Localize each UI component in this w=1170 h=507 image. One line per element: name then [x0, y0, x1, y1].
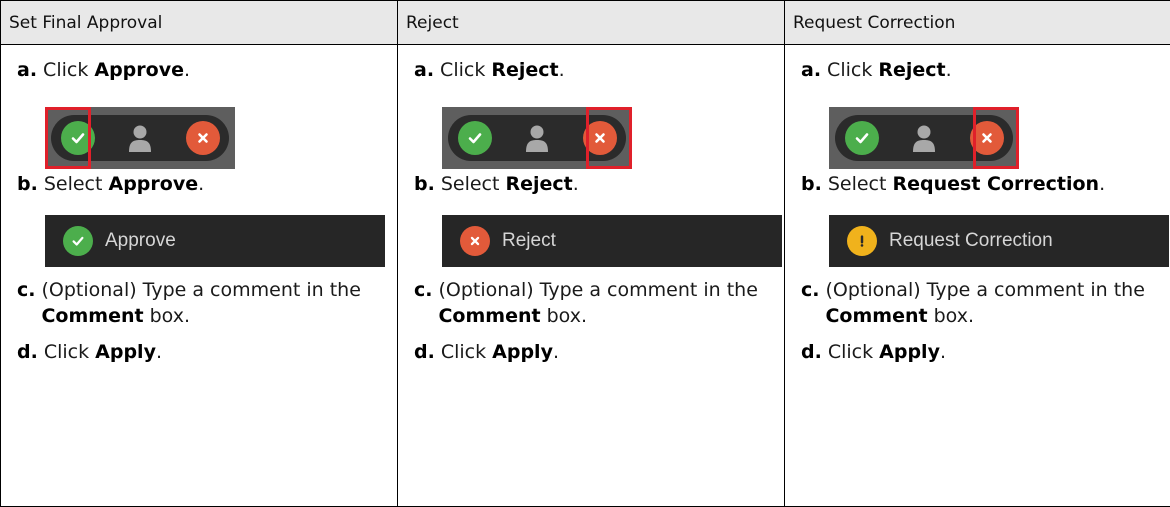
step-b: b. Select Reject. [414, 171, 784, 197]
step-d: d. Click Apply. [801, 339, 1170, 365]
option-label: Approve [105, 230, 176, 252]
option-label: Reject [502, 230, 556, 252]
step-d: d. Click Apply. [17, 339, 397, 365]
reject-option[interactable]: Reject [442, 215, 782, 267]
ui-term: Request Correction [892, 173, 1099, 195]
approval-toolbar-screenshot [45, 107, 235, 169]
x-icon [195, 130, 211, 146]
ui-term: Comment [41, 305, 143, 327]
highlight-box [45, 107, 91, 169]
ui-term: Comment [438, 305, 540, 327]
exclamation-icon [855, 234, 869, 248]
request-correction-cell: a. Click Reject. b. Select Requ [785, 45, 1170, 507]
x-icon [468, 234, 482, 248]
reject-cell: a. Click Reject. b. Select Reje [398, 45, 785, 507]
request-correction-option[interactable]: Request Correction [829, 215, 1169, 267]
check-icon [71, 234, 85, 248]
steps-row: a. Click Approve. b. Select App [1, 45, 1170, 507]
ui-term: Reject [491, 59, 558, 81]
ui-term: Approve [108, 173, 198, 195]
ui-term: Apply [492, 341, 553, 363]
column-header-set-final-approval: Set Final Approval [1, 1, 398, 45]
column-header-request-correction: Request Correction [785, 1, 1170, 45]
step-a: a. Click Approve. [17, 57, 397, 83]
check-icon [854, 130, 870, 146]
ui-term: Reject [505, 173, 572, 195]
ui-term: Approve [94, 59, 184, 81]
approval-toolbar-screenshot [442, 107, 632, 169]
approve-button[interactable] [458, 121, 492, 155]
step-b: b. Select Request Correction. [801, 171, 1170, 197]
ui-term: Apply [879, 341, 940, 363]
set-final-approval-cell: a. Click Approve. b. Select App [1, 45, 398, 507]
highlight-box [973, 107, 1019, 169]
step-a: a. Click Reject. [801, 57, 1170, 83]
approval-toolbar-screenshot [829, 107, 1019, 169]
ui-term: Apply [95, 341, 156, 363]
step-c: c. (Optional) Type a comment in the Comm… [17, 277, 397, 329]
check-icon [467, 130, 483, 146]
step-a: a. Click Reject. [414, 57, 784, 83]
column-header-reject: Reject [398, 1, 785, 45]
step-c: c. (Optional) Type a comment in the Comm… [801, 277, 1170, 329]
approve-button[interactable] [845, 121, 879, 155]
user-icon[interactable] [907, 121, 941, 155]
option-label: Request Correction [889, 230, 1053, 252]
highlight-box [586, 107, 632, 169]
ui-term: Reject [878, 59, 945, 81]
approve-option[interactable]: Approve [45, 215, 385, 267]
approval-steps-table: Set Final Approval Reject Request Correc… [0, 0, 1170, 507]
reject-button[interactable] [186, 121, 220, 155]
user-icon[interactable] [123, 121, 157, 155]
step-c: c. (Optional) Type a comment in the Comm… [414, 277, 784, 329]
header-row: Set Final Approval Reject Request Correc… [1, 1, 1170, 45]
user-icon[interactable] [520, 121, 554, 155]
step-b: b. Select Approve. [17, 171, 397, 197]
step-d: d. Click Apply. [414, 339, 784, 365]
ui-term: Comment [825, 305, 927, 327]
